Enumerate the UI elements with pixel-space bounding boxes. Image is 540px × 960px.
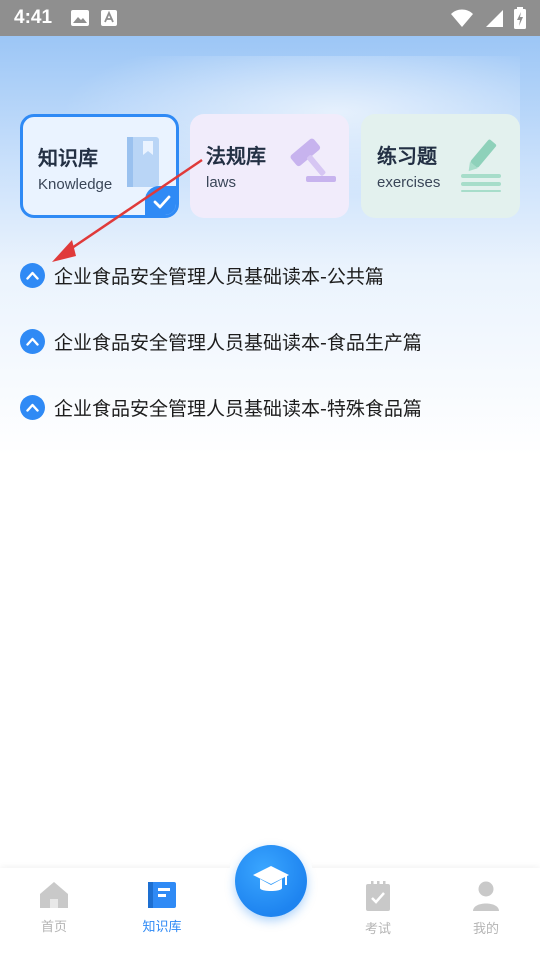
selected-check-icon [145,186,176,215]
status-system-icons [450,7,526,29]
wifi-icon [451,9,473,27]
chevron-up-icon[interactable] [20,328,45,354]
tab-label: 考试 [364,922,391,937]
text-notification-icon [101,10,118,26]
battery-icon [514,7,526,29]
clipboard-check-icon [366,881,390,911]
pencil-lines-icon [461,139,501,192]
card-title: 法规库 [206,144,266,168]
book-icon [148,882,176,908]
gavel-icon [290,138,336,182]
list-item[interactable]: 企业食品安全管理人员基础读本-食品生产篇 [20,308,520,374]
card-title: 练习题 [377,144,437,168]
tab-mine[interactable]: 我的 [446,880,526,937]
tab-label: 知识库 [142,920,182,935]
list-item-label: 企业食品安全管理人员基础读本-食品生产篇 [54,331,422,354]
card-title: 知识库 [38,146,98,170]
list-item[interactable]: 企业食品安全管理人员基础读本-特殊食品篇 [20,374,520,440]
image-notification-icon [71,10,90,26]
card-knowledge[interactable]: 知识库 Knowledge [20,114,179,218]
tab-exam[interactable]: 考试 [338,880,418,937]
home-icon [40,882,68,908]
tab-home[interactable]: 首页 [14,880,94,935]
signal-icon [486,10,503,27]
list-item-label: 企业食品安全管理人员基础读本-公共篇 [54,265,384,288]
tab-knowledge[interactable]: 知识库 [122,880,202,935]
list-item[interactable]: 企业食品安全管理人员基础读本-公共篇 [20,242,520,308]
study-fab-button[interactable] [235,845,307,917]
tab-label: 我的 [472,922,499,937]
status-bar: 4:41 [0,0,540,36]
book-illustration-icon [127,137,159,187]
chevron-up-icon[interactable] [20,262,45,288]
book-list: 企业食品安全管理人员基础读本-公共篇 企业食品安全管理人员基础读本-食品生产篇 … [20,258,520,456]
status-time: 4:41 [14,7,53,28]
list-item-label: 企业食品安全管理人员基础读本-特殊食品篇 [54,397,422,420]
card-subtitle: Knowledge [38,176,113,193]
tab-label: 首页 [40,920,67,935]
status-notification-icons [70,9,118,27]
card-subtitle: laws [206,174,237,191]
card-exercises[interactable]: 练习题 exercises [361,114,520,218]
person-icon [473,881,499,911]
category-cards: 知识库 Knowledge 法规库 laws 练习题 exercises [20,114,520,218]
card-subtitle: exercises [377,174,441,191]
graduation-cap-icon [253,866,289,891]
card-laws[interactable]: 法规库 laws [190,114,349,218]
chevron-up-icon[interactable] [20,394,45,420]
